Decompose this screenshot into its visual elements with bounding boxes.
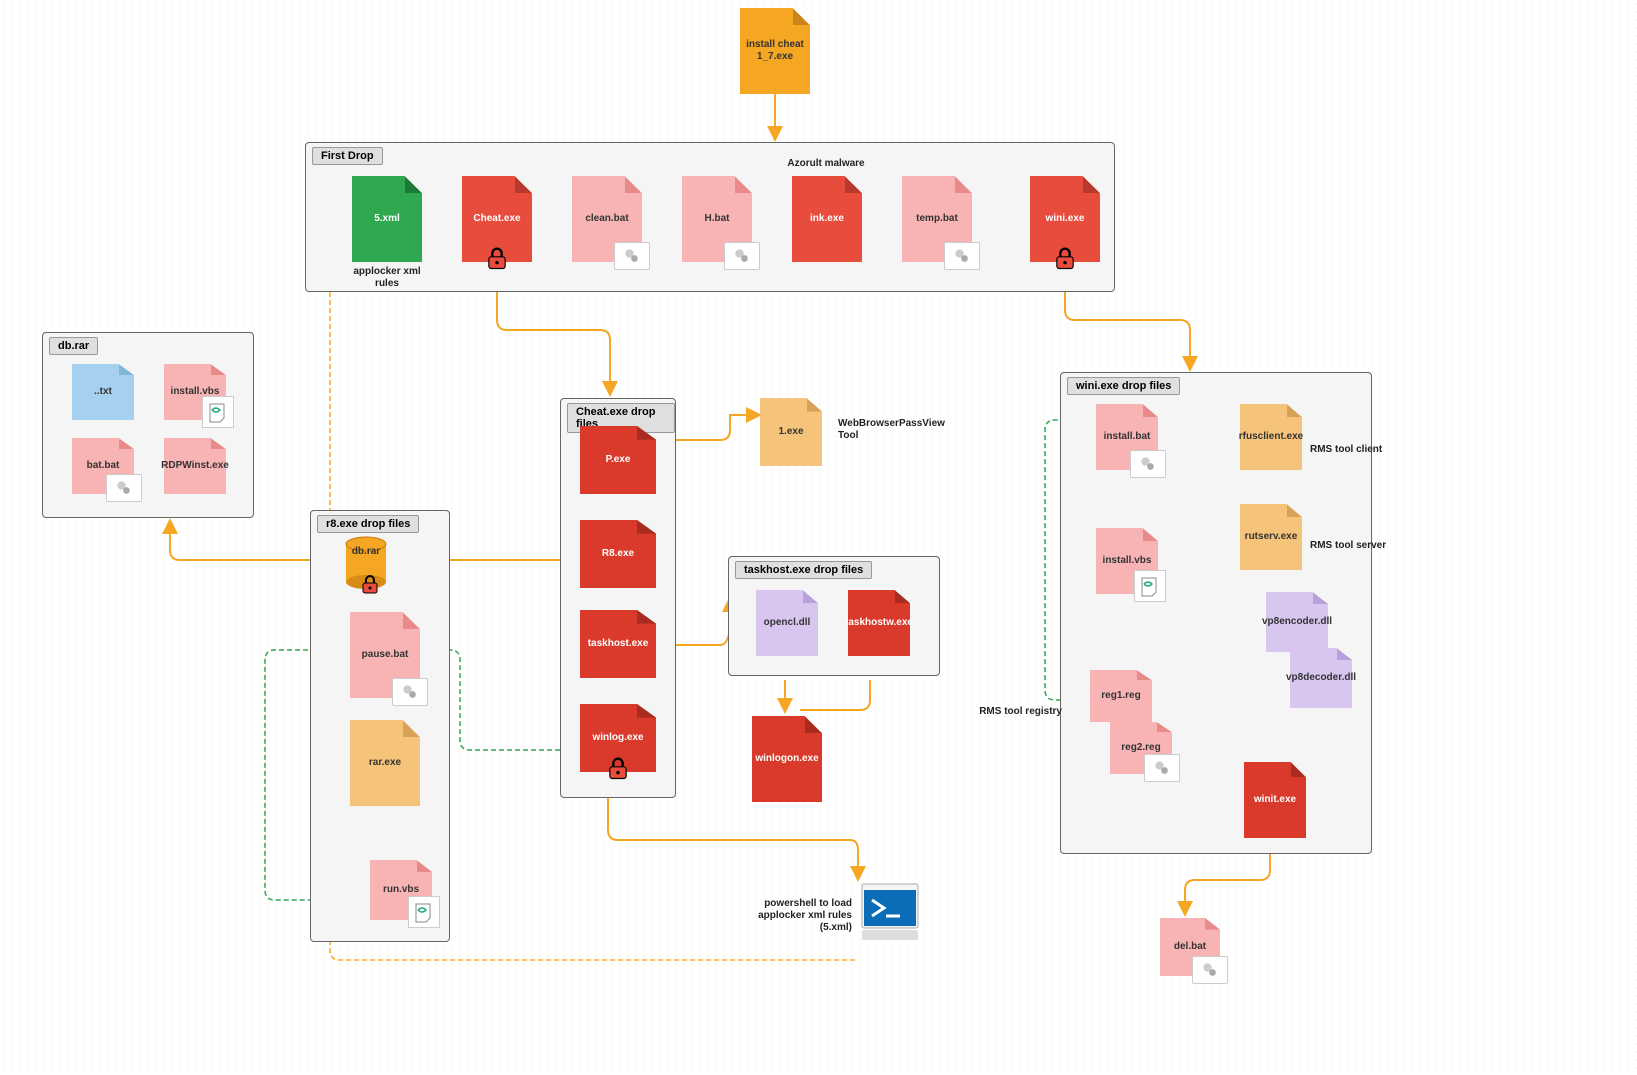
- file-del-bat: del.bat: [1160, 918, 1220, 976]
- file-label: R8.exe: [602, 548, 634, 560]
- file-cheat-exe: Cheat.exe: [462, 176, 532, 262]
- file-wini-exe: wini.exe: [1030, 176, 1100, 262]
- file-label: P.exe: [606, 454, 631, 466]
- file-rutserv: rutserv.exe: [1240, 504, 1302, 570]
- file-install-bat: install.bat: [1096, 404, 1158, 470]
- file-opencl-dll: opencl.dll: [756, 590, 818, 656]
- file-txt: ..txt: [72, 364, 134, 420]
- root-install-cheat: install cheat 1_7.exe: [740, 8, 810, 94]
- file-install-vbs: install.vbs: [164, 364, 226, 420]
- file-label: taskhost.exe: [588, 638, 649, 650]
- file-reg2: reg2.reg: [1110, 722, 1172, 774]
- file-5xml: 5.xml: [352, 176, 422, 262]
- script-icon: [408, 896, 440, 928]
- file-label: H.bat: [705, 213, 730, 225]
- file-vp8encoder: vp8encoder.dll: [1266, 592, 1328, 652]
- file-label: reg2.reg: [1121, 742, 1160, 754]
- file-ink-exe: ink.exe: [792, 176, 862, 262]
- file-label: pause.bat: [362, 649, 409, 661]
- file-rfusclient: rfusclient.exe: [1240, 404, 1302, 470]
- file-label: del.bat: [1174, 941, 1206, 953]
- file-h-bat: H.bat: [682, 176, 752, 262]
- container-title: r8.exe drop files: [317, 515, 419, 533]
- file-pause-bat: pause.bat: [350, 612, 420, 698]
- container-title: taskhost.exe drop files: [735, 561, 872, 579]
- gear-icon: [392, 678, 428, 706]
- file-label: 1.exe: [778, 426, 803, 438]
- script-icon: [1134, 570, 1166, 602]
- gear-icon: [614, 242, 650, 270]
- lock-icon: [1051, 244, 1079, 272]
- file-label: winlog.exe: [592, 732, 643, 744]
- label-rms-client: RMS tool client: [1310, 444, 1390, 456]
- label-webbrowserpassview: WebBrowserPassView Tool: [838, 418, 958, 442]
- gear-icon: [1130, 450, 1166, 478]
- lock-icon: [358, 572, 382, 601]
- file-label: clean.bat: [585, 213, 628, 225]
- file-label: opencl.dll: [764, 617, 811, 629]
- file-1-exe: 1.exe: [760, 398, 822, 466]
- file-winlogon-exe: winlogon.exe: [752, 716, 822, 802]
- file-label: rutserv.exe: [1245, 531, 1298, 543]
- file-label: install.vbs: [1103, 555, 1152, 567]
- lock-icon: [483, 244, 511, 272]
- file-label: bat.bat: [87, 460, 120, 472]
- lock-icon: [604, 754, 632, 782]
- file-label: vp8decoder.dll: [1286, 672, 1356, 684]
- file-p-exe: P.exe: [580, 426, 656, 494]
- file-label: temp.bat: [916, 213, 958, 225]
- file-label: reg1.reg: [1101, 690, 1140, 702]
- gear-icon: [1192, 956, 1228, 984]
- file-winit-exe: winit.exe: [1244, 762, 1306, 838]
- file-rdpwinst: RDPWinst.exe: [164, 438, 226, 494]
- container-title: db.rar: [49, 337, 98, 355]
- file-temp-bat: temp.bat: [902, 176, 972, 262]
- file-label: rar.exe: [369, 757, 401, 769]
- script-icon: [202, 396, 234, 428]
- file-label: install.bat: [1104, 431, 1151, 443]
- file-reg1: reg1.reg: [1090, 670, 1152, 722]
- label-azorult: Azorult malware: [786, 158, 866, 170]
- container-title: wini.exe drop files: [1067, 377, 1180, 395]
- file-label: rfusclient.exe: [1239, 431, 1303, 443]
- file-label: taskhostw.exe: [845, 617, 913, 629]
- file-label: wini.exe: [1046, 213, 1085, 225]
- file-clean-bat: clean.bat: [572, 176, 642, 262]
- file-label: winlogon.exe: [755, 753, 818, 765]
- gear-icon: [724, 242, 760, 270]
- file-label: install cheat 1_7.exe: [744, 39, 806, 63]
- file-label: db.rar: [334, 546, 398, 558]
- file-label: ..txt: [94, 386, 112, 398]
- label-applocker: applocker xml rules: [347, 266, 427, 290]
- file-run-vbs: run.vbs: [370, 860, 432, 920]
- gear-icon: [944, 242, 980, 270]
- file-label: vp8encoder.dll: [1262, 616, 1332, 628]
- container-title: First Drop: [312, 147, 383, 165]
- file-taskhost-exe: taskhost.exe: [580, 610, 656, 678]
- file-label: winit.exe: [1254, 794, 1296, 806]
- file-bat-bat: bat.bat: [72, 438, 134, 494]
- label-rms-registry: RMS tool registry: [972, 706, 1062, 718]
- file-install-vbs2: install.vbs: [1096, 528, 1158, 594]
- powershell-icon: [858, 880, 922, 944]
- file-vp8decoder: vp8decoder.dll: [1290, 648, 1352, 708]
- file-label: run.vbs: [383, 884, 419, 896]
- label-rms-server: RMS tool server: [1310, 540, 1400, 552]
- file-label: ink.exe: [810, 213, 844, 225]
- file-rar-exe: rar.exe: [350, 720, 420, 806]
- file-taskhostw-exe: taskhostw.exe: [848, 590, 910, 656]
- gear-icon: [1144, 754, 1180, 782]
- file-label: 5.xml: [374, 213, 400, 225]
- file-winlog-exe: winlog.exe: [580, 704, 656, 772]
- file-r8-exe: R8.exe: [580, 520, 656, 588]
- gear-icon: [106, 474, 142, 502]
- label-powershell: powershell to load applocker xml rules (…: [746, 898, 852, 934]
- file-label: Cheat.exe: [473, 213, 520, 225]
- file-label: RDPWinst.exe: [161, 460, 229, 472]
